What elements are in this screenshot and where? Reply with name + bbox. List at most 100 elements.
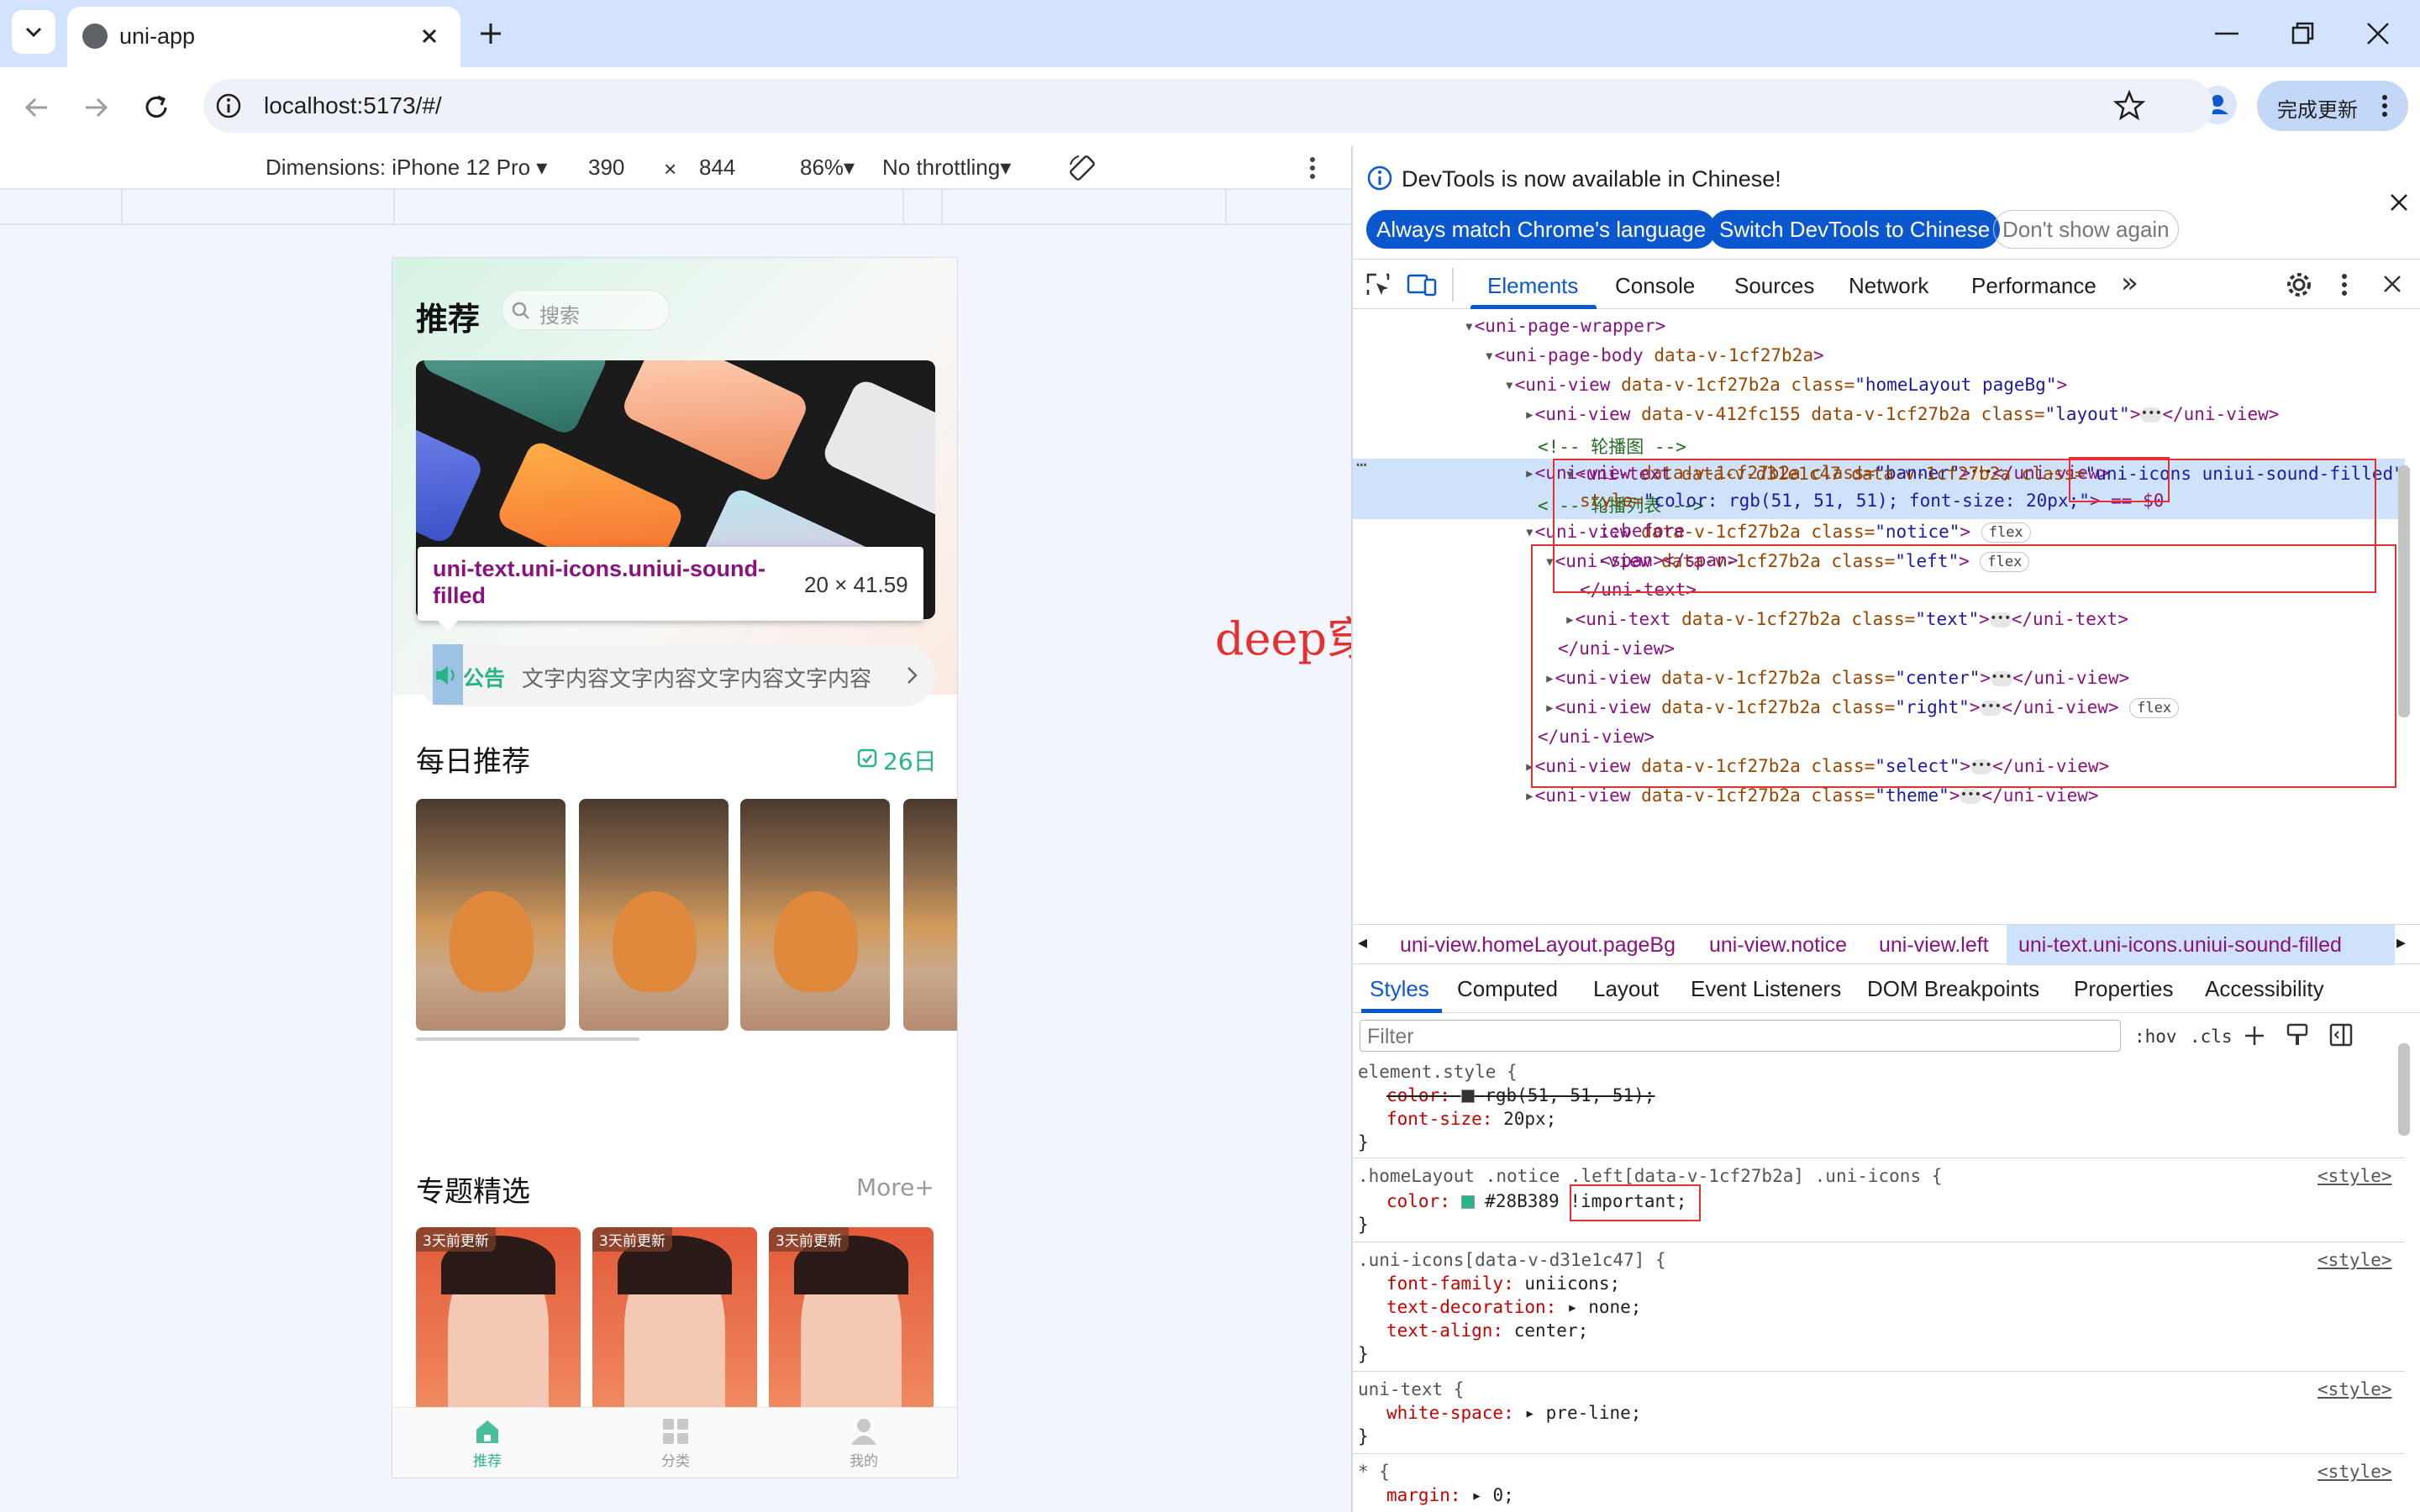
width-input[interactable]: 390 bbox=[588, 155, 624, 181]
cat-photo[interactable] bbox=[416, 799, 566, 1031]
style-declaration[interactable]: color: rgb(51, 51, 51); bbox=[1386, 1085, 1655, 1105]
rotate-icon[interactable] bbox=[1065, 151, 1099, 185]
dom-comment[interactable]: <!-- 轮播图 --> bbox=[1538, 433, 1686, 459]
minimize-icon[interactable] bbox=[2210, 20, 2244, 45]
device-toggle-icon[interactable] bbox=[1407, 271, 1437, 298]
cat-photo[interactable] bbox=[740, 799, 890, 1031]
topic-card[interactable]: 3天前更新 bbox=[769, 1227, 934, 1412]
filter-input[interactable]: Filter bbox=[1360, 1020, 2121, 1052]
rule-selector[interactable]: * { bbox=[1358, 1462, 1390, 1482]
tab-performance[interactable]: Performance bbox=[1971, 273, 2096, 299]
browser-tab[interactable]: uni-app bbox=[67, 7, 460, 67]
style-declaration[interactable]: text-decoration: ▸ none; bbox=[1386, 1297, 1641, 1317]
close-devtools-icon[interactable] bbox=[2380, 271, 2405, 297]
cls-toggle[interactable]: .cls bbox=[2190, 1026, 2233, 1047]
color-swatch[interactable] bbox=[1460, 1089, 1475, 1103]
bookmark-star-icon[interactable] bbox=[2112, 89, 2146, 123]
dom-node[interactable]: ▸<uni-view data-v-1cf27b2a class="theme"… bbox=[1524, 785, 2099, 806]
cat-photo[interactable] bbox=[579, 799, 729, 1031]
tab-sources[interactable]: Sources bbox=[1734, 273, 1814, 299]
more-tabs-button[interactable]: » bbox=[2121, 266, 2139, 300]
match-language-button[interactable]: Always match Chrome's language bbox=[1366, 210, 1717, 249]
subtab-dom-breakpoints[interactable]: DOM Breakpoints bbox=[1867, 976, 2039, 1002]
new-tab-icon[interactable] bbox=[476, 18, 506, 49]
forward-icon[interactable] bbox=[77, 89, 114, 126]
settings-gear-icon[interactable] bbox=[2284, 270, 2314, 300]
site-info-icon[interactable] bbox=[213, 91, 244, 121]
devtools-menu-icon[interactable] bbox=[2336, 270, 2353, 300]
hov-toggle[interactable]: :hov bbox=[2134, 1026, 2177, 1047]
subtab-computed[interactable]: Computed bbox=[1457, 976, 1558, 1002]
notice-bar[interactable]: 公告 文字内容文字内容文字内容文字内容 bbox=[416, 644, 935, 706]
back-icon[interactable] bbox=[18, 89, 55, 126]
subtab-layout[interactable]: Layout bbox=[1593, 976, 1659, 1002]
style-source-link[interactable]: <style> bbox=[2317, 1462, 2392, 1482]
grid-icon bbox=[663, 1419, 688, 1444]
dom-node[interactable]: ▾<uni-view data-v-1cf27b2a class="homeLa… bbox=[1504, 375, 2067, 395]
restore-icon[interactable] bbox=[2287, 18, 2317, 49]
rule-selector[interactable]: uni-text { bbox=[1358, 1379, 1464, 1399]
close-banner-icon[interactable] bbox=[2386, 190, 2412, 215]
subtab-properties[interactable]: Properties bbox=[2074, 976, 2174, 1002]
dont-show-button[interactable]: Don't show again bbox=[1993, 210, 2179, 249]
topic-card[interactable]: 3天前更新 bbox=[416, 1227, 581, 1412]
style-declaration[interactable]: text-align: center; bbox=[1386, 1320, 1588, 1341]
breadcrumb-item[interactable]: uni-view.homeLayout.pageBg bbox=[1400, 933, 1676, 958]
dom-node[interactable]: ▾<uni-page-body data-v-1cf27b2a> bbox=[1484, 345, 1824, 365]
style-source-link[interactable]: <style> bbox=[2317, 1250, 2392, 1270]
address-bar[interactable]: localhost:5173/#/ bbox=[203, 79, 2213, 133]
rule-selector[interactable]: element.style { bbox=[1358, 1062, 1518, 1082]
sidebar-toggle-icon[interactable] bbox=[2328, 1021, 2354, 1048]
dom-node[interactable]: ▸<uni-view data-v-412fc155 data-v-1cf27b… bbox=[1524, 404, 2279, 424]
inspect-element-icon[interactable] bbox=[1365, 271, 1392, 298]
dom-node[interactable]: ▾<uni-page-wrapper> bbox=[1464, 316, 1665, 336]
style-declaration[interactable]: white-space: ▸ pre-line; bbox=[1386, 1403, 1641, 1423]
close-tab-icon[interactable] bbox=[417, 24, 442, 49]
search-box[interactable]: 搜索 bbox=[502, 290, 670, 330]
reload-icon[interactable] bbox=[138, 89, 175, 126]
node-ellipsis[interactable]: … bbox=[1356, 450, 1367, 470]
subtab-styles[interactable]: Styles bbox=[1370, 976, 1429, 1002]
zoom-select[interactable]: 86%▾ bbox=[800, 155, 855, 181]
styles-scrollbar[interactable] bbox=[2398, 1043, 2410, 1136]
phone-screen: 推荐 搜索 uni-text.uni-icons.uniui-sound-fil… bbox=[392, 257, 958, 1478]
throttle-select[interactable]: No throttling▾ bbox=[882, 155, 1011, 181]
breadcrumb-item[interactable]: uni-view.left bbox=[1879, 933, 1989, 958]
tab-search-button[interactable] bbox=[12, 10, 55, 54]
style-declaration[interactable]: font-family: uniicons; bbox=[1386, 1273, 1620, 1294]
update-button[interactable]: 完成更新 bbox=[2257, 81, 2408, 131]
tab-elements[interactable]: Elements bbox=[1487, 273, 1578, 299]
style-declaration[interactable]: font-size: 20px; bbox=[1386, 1109, 1556, 1129]
switch-language-button[interactable]: Switch DevTools to Chinese bbox=[1709, 210, 2001, 249]
tab-recommend[interactable]: 推荐 bbox=[455, 1413, 520, 1475]
breadcrumb-item[interactable]: uni-view.notice bbox=[1709, 933, 1847, 958]
tab-category[interactable]: 分类 bbox=[643, 1413, 708, 1475]
url-text[interactable]: localhost:5173/#/ bbox=[264, 92, 442, 119]
style-source-link[interactable]: <style> bbox=[2317, 1379, 2392, 1399]
new-rule-icon[interactable] bbox=[2242, 1023, 2267, 1048]
style-source-link[interactable]: <style> bbox=[2317, 1166, 2392, 1186]
tab-console[interactable]: Console bbox=[1615, 273, 1695, 299]
subtab-accessibility[interactable]: Accessibility bbox=[2205, 976, 2324, 1002]
tab-mine[interactable]: 我的 bbox=[831, 1413, 897, 1475]
subtab-event-listeners[interactable]: Event Listeners bbox=[1691, 976, 1841, 1002]
close-window-icon[interactable] bbox=[2363, 18, 2393, 49]
breadcrumb-left-arrow[interactable]: ◂ bbox=[1358, 932, 1367, 953]
style-declaration[interactable]: margin: ▸ 0; bbox=[1386, 1485, 1514, 1505]
topic-card[interactable]: 3天前更新 bbox=[592, 1227, 757, 1412]
daily-scroll[interactable] bbox=[416, 799, 957, 1032]
tab-network[interactable]: Network bbox=[1849, 273, 1928, 299]
paint-icon[interactable] bbox=[2284, 1021, 2311, 1048]
cat-photo[interactable] bbox=[903, 799, 957, 1031]
rule-selector[interactable]: .homeLayout .notice .left[data-v-1cf27b2… bbox=[1358, 1166, 1942, 1186]
color-swatch[interactable] bbox=[1460, 1195, 1475, 1209]
dom-scrollbar[interactable] bbox=[2398, 465, 2410, 717]
annotation-box-important bbox=[1570, 1184, 1701, 1221]
breadcrumb-right-arrow[interactable]: ▸ bbox=[2396, 932, 2406, 953]
topic-more[interactable]: More+ bbox=[856, 1173, 934, 1201]
more-options-icon[interactable] bbox=[1304, 153, 1321, 183]
height-input[interactable]: 844 bbox=[699, 155, 735, 181]
rule-selector[interactable]: .uni-icons[data-v-d31e1c47] { bbox=[1358, 1250, 1666, 1270]
device-select[interactable]: Dimensions: iPhone 12 Pro ▾ bbox=[266, 155, 547, 181]
breadcrumb-active[interactable]: uni-text.uni-icons.uniui-sound-filled bbox=[2007, 925, 2395, 965]
